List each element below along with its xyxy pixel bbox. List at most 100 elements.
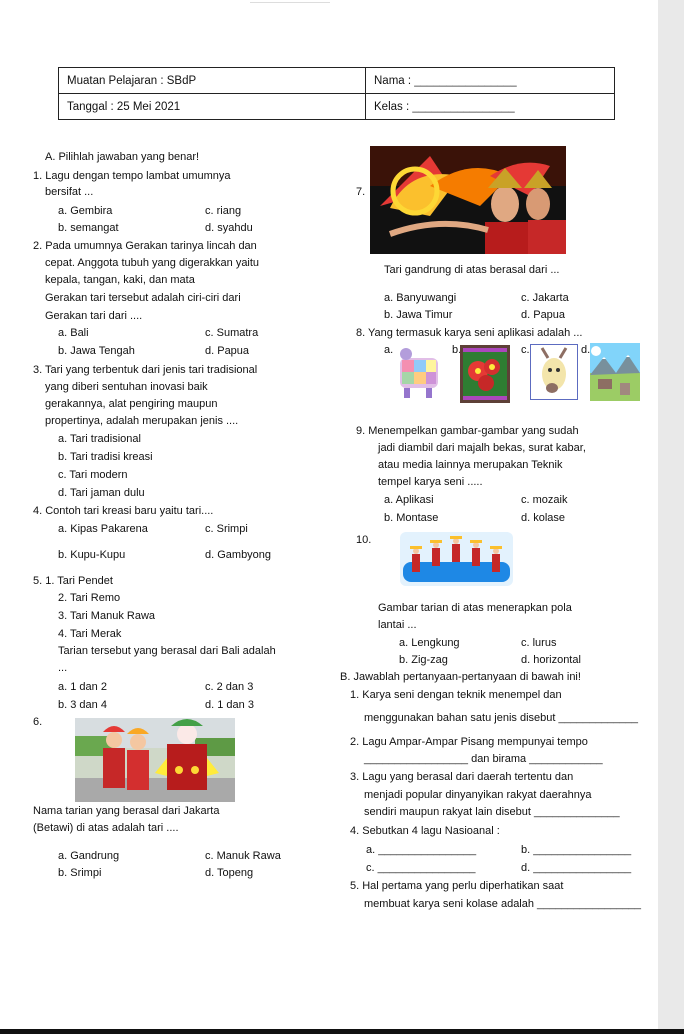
q1-option-d[interactable]: d. syahdu (205, 222, 253, 235)
q3-option-b[interactable]: b. Tari tradisi kreasi (58, 451, 153, 464)
b2-birama-blank[interactable]: ____________ (529, 753, 602, 765)
q1-option-a[interactable]: a. Gembira (58, 205, 112, 218)
q4-option-c[interactable]: c. Srimpi (205, 523, 248, 536)
q3-option-d[interactable]: d. Tari jaman dulu (58, 487, 145, 500)
floor-pattern-image (400, 532, 513, 586)
b4-a-label: a. (366, 844, 379, 856)
section-a-heading: A. Pilihlah jawaban yang benar! (45, 151, 200, 163)
q8-option-a[interactable]: a. (384, 344, 393, 357)
q1-line1: 1. Lagu dengan tempo lambat umumnya (33, 170, 231, 182)
q2-line5: Gerakan tari dari .... (45, 310, 143, 322)
q10-option-b[interactable]: b. Zig-zag (399, 654, 448, 667)
q9-line4: tempel karya seni ..... (378, 476, 483, 488)
b4-item-d: d. ________________ (521, 862, 631, 875)
q4-option-b[interactable]: b. Kupu-Kupu (58, 549, 125, 562)
class-cell[interactable]: Kelas : ________________ (365, 93, 615, 120)
b1-answer-blank[interactable]: _____________ (558, 712, 638, 724)
b4-d-blank[interactable]: ________________ (533, 862, 631, 874)
b3-line2: menjadi popular dinyanyikan rakyat daera… (364, 789, 592, 801)
q8-option-c[interactable]: c. (521, 344, 530, 357)
q2-line1: 2. Pada umumnya Gerakan tarinya lincah d… (33, 240, 257, 252)
b2-mid-text: dan birama (468, 753, 530, 765)
q10-line2: lantai ... (378, 619, 417, 631)
b4-c-blank[interactable]: ________________ (378, 862, 476, 874)
b5-answer-blank[interactable]: _________________ (537, 898, 641, 910)
name-cell[interactable]: Nama : ________________ (365, 67, 615, 94)
patchwork-elephant-image[interactable] (396, 344, 442, 402)
q8-option-d[interactable]: d. (581, 344, 590, 357)
q9-option-a[interactable]: a. Aplikasi (384, 494, 434, 507)
q6-option-c[interactable]: c. Manuk Rawa (205, 850, 281, 863)
q3-option-a[interactable]: a. Tari tradisional (58, 433, 141, 446)
b4-a-blank[interactable]: ________________ (378, 844, 476, 856)
q9-line1: 9. Menempelkan gambar-gambar yang sudah (356, 425, 579, 437)
q4-option-d[interactable]: d. Gambyong (205, 549, 271, 562)
q9-option-b[interactable]: b. Montase (384, 512, 438, 525)
q5-item1: 5. 1. Tari Pendet (33, 575, 113, 587)
q9-option-d[interactable]: d. kolase (521, 512, 565, 525)
landscape-collage-image[interactable] (590, 343, 640, 401)
q6-line2: (Betawi) di atas adalah tari .... (33, 822, 179, 834)
b5-text: membuat karya seni kolase adalah (364, 898, 538, 910)
b3-text: sendiri maupun rakyat lain disebut (364, 806, 534, 818)
b4-line1: 4. Sebutkan 4 lagu Nasioanal : (350, 825, 500, 837)
q10-option-d[interactable]: d. horizontal (521, 654, 581, 667)
q3-line2: yang diberi sentuhan inovasi baik (45, 381, 208, 393)
q6-option-b[interactable]: b. Srimpi (58, 867, 101, 880)
class-label: Kelas : (374, 100, 413, 113)
q7-option-d[interactable]: d. Papua (521, 309, 565, 322)
b3-line1: 3. Lagu yang berasal dari daerah tertent… (350, 771, 574, 783)
q7-option-b[interactable]: b. Jawa Timur (384, 309, 452, 322)
q5-item4: 4. Tari Merak (58, 628, 122, 640)
b2-line1: 2. Lagu Ampar-Ampar Pisang mempunyai tem… (350, 736, 588, 748)
q2-option-d[interactable]: d. Papua (205, 345, 249, 358)
q7-option-c[interactable]: c. Jakarta (521, 292, 569, 305)
q10-option-c[interactable]: c. lurus (521, 637, 556, 650)
q7-number: 7. (356, 186, 366, 198)
q2-line3: kepala, tangan, kaki, dan mata (45, 274, 195, 286)
q6-number: 6. (33, 716, 43, 728)
b2-tempo-blank[interactable]: _________________ (364, 753, 468, 765)
q3-line4: propertinya, adalah merupakan jenis .... (45, 415, 239, 427)
deer-collage-image[interactable] (530, 344, 578, 400)
q5-item3: 3. Tari Manuk Rawa (58, 610, 156, 622)
q5-line6: ... (58, 662, 68, 674)
class-blank[interactable]: ________________ (412, 101, 514, 113)
page-edge (658, 0, 684, 1034)
name-label: Nama : (374, 74, 415, 87)
top-smudge (250, 2, 330, 9)
q5-option-a[interactable]: a. 1 dan 2 (58, 681, 107, 694)
q1-option-b[interactable]: b. semangat (58, 222, 119, 235)
q9-option-c[interactable]: c. mozaik (521, 494, 567, 507)
mosaic-flower-image[interactable] (460, 345, 510, 403)
q5-option-c[interactable]: c. 2 dan 3 (205, 681, 253, 694)
name-blank[interactable]: ________________ (414, 75, 516, 87)
q3-line3: gerakannya, alat pengiring maupun (45, 398, 218, 410)
b5-line2: membuat karya seni kolase adalah _______… (364, 898, 641, 911)
q2-option-b[interactable]: b. Jawa Tengah (58, 345, 135, 358)
b1-text: menggunakan bahan satu jenis disebut (364, 712, 559, 724)
q5-option-b[interactable]: b. 3 dan 4 (58, 699, 107, 712)
q2-option-a[interactable]: a. Bali (58, 327, 89, 340)
subject-label: Muatan Pelajaran : SBdP (67, 74, 197, 87)
q10-line1: Gambar tarian di atas menerapkan pola (378, 602, 572, 614)
b4-b-label: b. (521, 844, 534, 856)
q6-option-a[interactable]: a. Gandrung (58, 850, 119, 863)
b2-line2: _________________ dan birama ___________… (364, 753, 603, 766)
b4-item-a: a. ________________ (366, 844, 476, 857)
b3-answer-blank[interactable]: ______________ (534, 806, 620, 818)
q2-option-c[interactable]: c. Sumatra (205, 327, 258, 340)
q3-option-c[interactable]: c. Tari modern (58, 469, 128, 482)
q10-number: 10. (356, 534, 372, 546)
q5-option-d[interactable]: d. 1 dan 3 (205, 699, 254, 712)
q4-option-a[interactable]: a. Kipas Pakarena (58, 523, 148, 536)
q3-line1: 3. Tari yang terbentuk dari jenis tari t… (33, 364, 258, 376)
q10-option-a[interactable]: a. Lengkung (399, 637, 460, 650)
q1-option-c[interactable]: c. riang (205, 205, 241, 218)
q7-option-a[interactable]: a. Banyuwangi (384, 292, 456, 305)
q8-line1: 8. Yang termasuk karya seni aplikasi ada… (356, 327, 583, 339)
q6-option-d[interactable]: d. Topeng (205, 867, 253, 880)
b4-b-blank[interactable]: ________________ (533, 844, 631, 856)
b1-line2: menggunakan bahan satu jenis disebut ___… (364, 712, 638, 725)
b4-c-label: c. (366, 862, 378, 874)
